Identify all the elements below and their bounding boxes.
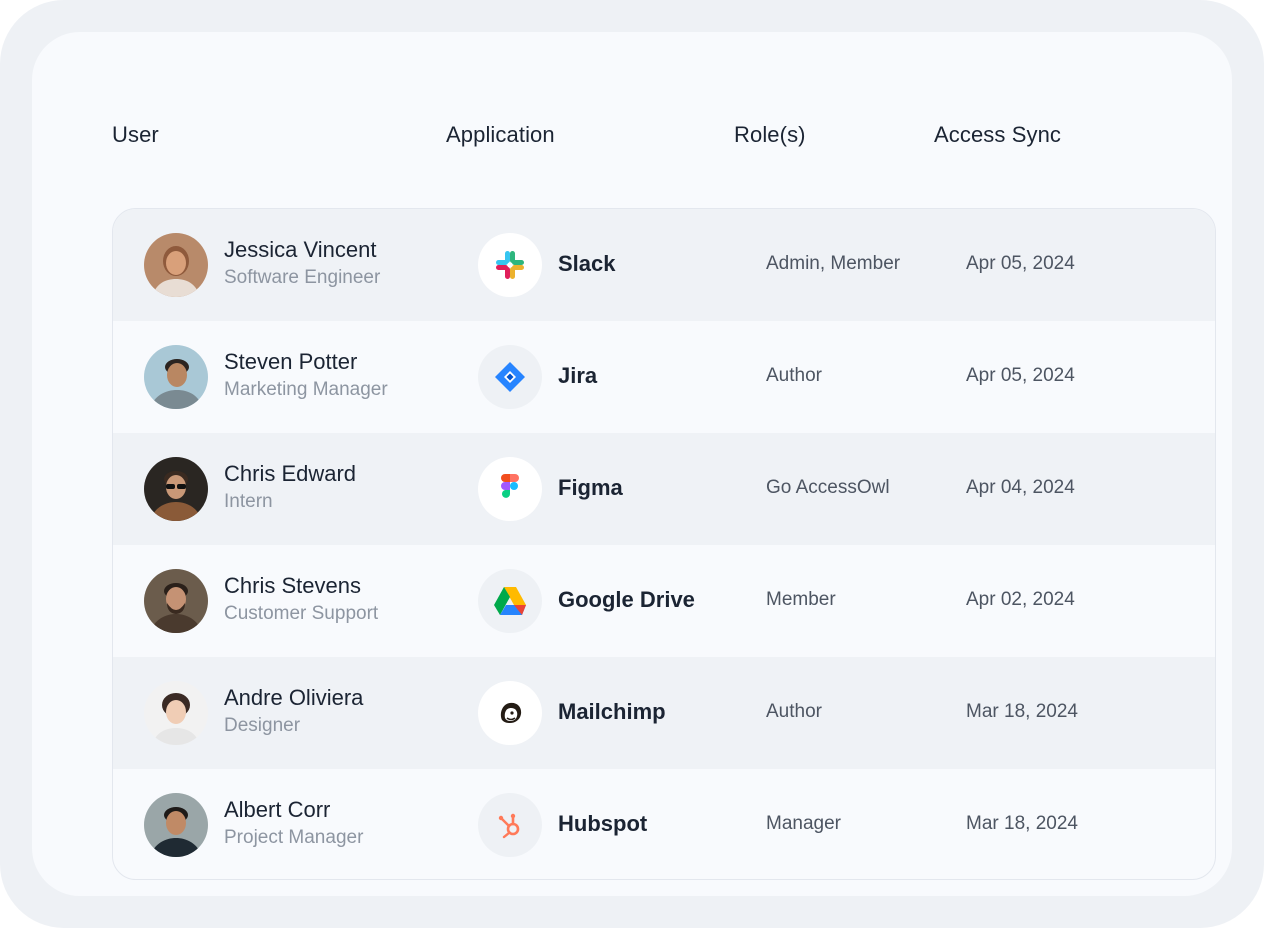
user-name: Steven Potter xyxy=(224,349,358,374)
user-title: Designer xyxy=(224,715,301,736)
column-header-roles: Role(s) xyxy=(734,122,806,147)
table-row[interactable]: Jessica Vincent Software Engineer Slack … xyxy=(113,209,1215,321)
avatar xyxy=(144,345,208,409)
table-row[interactable]: Albert Corr Project Manager Hubspot Mana… xyxy=(113,769,1215,879)
access-table: Jessica Vincent Software Engineer Slack … xyxy=(112,208,1216,880)
avatar xyxy=(144,233,208,297)
jira-icon xyxy=(478,345,542,409)
access-sync-date: Apr 05, 2024 xyxy=(966,253,1075,274)
column-header-access-sync: Access Sync xyxy=(934,122,1062,147)
access-sync-date: Apr 04, 2024 xyxy=(966,477,1075,498)
roles: Manager xyxy=(766,813,841,834)
figma-icon xyxy=(478,457,542,521)
app-name: Figma xyxy=(558,475,623,500)
slack-icon xyxy=(478,233,542,297)
hubspot-icon xyxy=(478,793,542,857)
access-sync-date: Mar 18, 2024 xyxy=(966,813,1078,834)
google-drive-icon xyxy=(478,569,542,633)
avatar xyxy=(144,681,208,745)
user-name: Jessica Vincent xyxy=(224,237,377,262)
user-name: Andre Oliviera xyxy=(224,685,364,710)
user-name: Albert Corr xyxy=(224,797,331,822)
avatar xyxy=(144,793,208,857)
app-name: Google Drive xyxy=(558,587,695,612)
table-row[interactable]: Steven Potter Marketing Manager Jira Aut… xyxy=(113,321,1215,433)
avatar xyxy=(144,569,208,633)
mailchimp-icon xyxy=(478,681,542,745)
table-row[interactable]: Chris Edward Intern Figma Go AccessOwl A… xyxy=(113,433,1215,545)
access-sync-date: Mar 18, 2024 xyxy=(966,701,1078,722)
user-name: Chris Stevens xyxy=(224,573,361,598)
user-title: Software Engineer xyxy=(224,267,381,288)
column-header-application: Application xyxy=(446,122,555,147)
roles: Author xyxy=(766,365,822,386)
table-row[interactable]: Chris Stevens Customer Support Google Dr… xyxy=(113,545,1215,657)
table-row[interactable]: Andre Oliviera Designer Mailchimp Author… xyxy=(113,657,1215,769)
avatar xyxy=(144,457,208,521)
user-name: Chris Edward xyxy=(224,461,357,486)
user-title: Marketing Manager xyxy=(224,379,388,400)
roles: Author xyxy=(766,701,822,722)
access-table-card: User Application Role(s) Access Sync Jes… xyxy=(32,32,1232,896)
access-sync-date: Apr 02, 2024 xyxy=(966,589,1075,610)
user-title: Intern xyxy=(224,491,273,512)
roles: Admin, Member xyxy=(766,253,901,274)
user-title: Customer Support xyxy=(224,603,379,624)
app-name: Mailchimp xyxy=(558,699,666,724)
roles: Go AccessOwl xyxy=(766,477,890,498)
app-name: Slack xyxy=(558,251,616,276)
user-title: Project Manager xyxy=(224,827,364,848)
access-sync-date: Apr 05, 2024 xyxy=(966,365,1075,386)
roles: Member xyxy=(766,589,836,610)
app-name: Jira xyxy=(558,363,598,388)
app-name: Hubspot xyxy=(558,811,648,836)
column-header-user: User xyxy=(112,122,159,147)
